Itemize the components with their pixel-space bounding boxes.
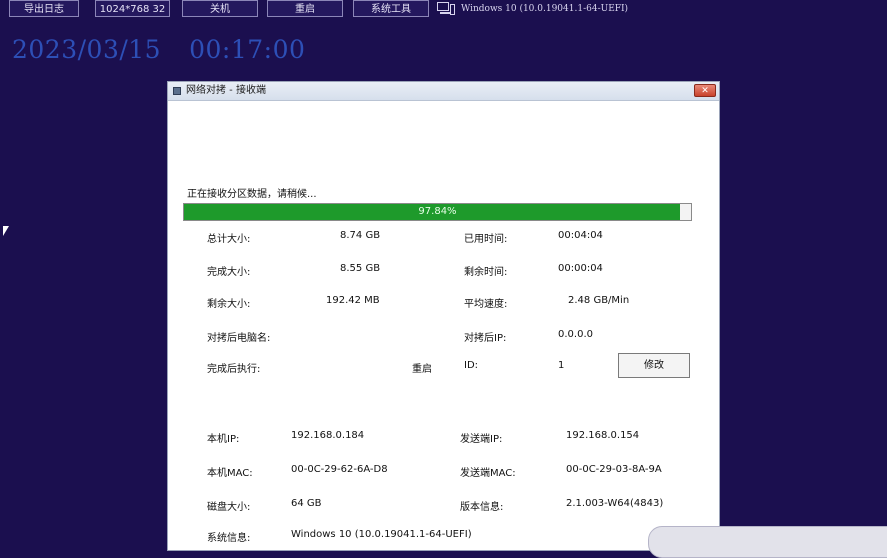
modify-button[interactable]: 修改 bbox=[618, 353, 690, 378]
date-text: 2023/03/15 bbox=[12, 35, 162, 64]
system-tools-button[interactable]: 系统工具 bbox=[353, 0, 429, 17]
system-info-label: 系统信息: bbox=[207, 533, 251, 544]
disk-size-label: 磁盘大小: bbox=[207, 502, 251, 513]
time-text: 00:17:00 bbox=[189, 35, 306, 64]
remaining-time-label: 剩余时间: bbox=[464, 267, 508, 278]
clock: 2023/03/15 00:17:00 bbox=[12, 35, 305, 64]
total-size-value: 8.74 GB bbox=[340, 230, 381, 241]
shutdown-button[interactable]: 关机 bbox=[182, 0, 258, 17]
elapsed-value: 00:04:04 bbox=[558, 230, 603, 241]
status-text: 正在接收分区数据，请稍候... bbox=[187, 189, 317, 200]
avg-speed-label: 平均速度: bbox=[464, 299, 508, 310]
id-value: 1 bbox=[558, 360, 565, 371]
progress-bar: 97.84% bbox=[183, 203, 692, 221]
done-size-value: 8.55 GB bbox=[340, 263, 381, 274]
remaining-size-label: 剩余大小: bbox=[207, 299, 251, 310]
local-ip-value: 192.168.0.184 bbox=[291, 430, 365, 441]
window-icon bbox=[173, 87, 181, 95]
local-mac-value: 00-0C-29-62-6A-D8 bbox=[291, 464, 388, 475]
dialog-titlebar[interactable]: 网络对拷 - 接收端 ✕ bbox=[168, 82, 719, 101]
resolution-button[interactable]: 1024*768 32 bbox=[95, 0, 170, 17]
local-ip-label: 本机IP: bbox=[207, 434, 240, 445]
system-info: Windows 10 (10.0.19041.1-64-UEFI) bbox=[437, 0, 628, 18]
close-icon[interactable]: ✕ bbox=[694, 84, 716, 97]
system-info-value: Windows 10 (10.0.19041.1-64-UEFI) bbox=[291, 529, 472, 540]
bottom-overlay bbox=[648, 526, 887, 558]
avg-speed-value: 2.48 GB/Min bbox=[568, 295, 630, 306]
peer-ip-value: 0.0.0.0 bbox=[558, 329, 593, 340]
sender-mac-value: 00-0C-29-03-8A-9A bbox=[566, 464, 662, 475]
after-action-value: 重启 bbox=[412, 364, 432, 375]
peer-pc-name-label: 对拷后电脑名: bbox=[207, 333, 271, 344]
top-toolbar: 导出日志 1024*768 32 关机 重启 系统工具 Windows 10 (… bbox=[0, 0, 887, 22]
after-action-label: 完成后执行: bbox=[207, 364, 261, 375]
remaining-time-value: 00:00:04 bbox=[558, 263, 603, 274]
peer-ip-label: 对拷后IP: bbox=[464, 333, 507, 344]
mouse-pointer-icon bbox=[3, 226, 9, 236]
done-size-label: 完成大小: bbox=[207, 267, 251, 278]
progress-label: 97.84% bbox=[418, 206, 457, 217]
export-log-button[interactable]: 导出日志 bbox=[9, 0, 79, 17]
elapsed-label: 已用时间: bbox=[464, 234, 508, 245]
restart-button[interactable]: 重启 bbox=[267, 0, 343, 17]
sender-mac-label: 发送端MAC: bbox=[460, 468, 516, 479]
disk-size-value: 64 GB bbox=[291, 498, 322, 509]
version-value: 2.1.003-W64(4843) bbox=[566, 498, 664, 509]
network-copy-dialog: 网络对拷 - 接收端 ✕ 正在接收分区数据，请稍候... 97.84% 总计大小… bbox=[167, 81, 720, 551]
computer-icon bbox=[437, 2, 455, 16]
id-label: ID: bbox=[464, 360, 479, 371]
sender-ip-value: 192.168.0.154 bbox=[566, 430, 640, 441]
dialog-title: 网络对拷 - 接收端 bbox=[186, 85, 266, 96]
remaining-size-value: 192.42 MB bbox=[326, 295, 380, 306]
system-label: Windows 10 (10.0.19041.1-64-UEFI) bbox=[461, 4, 629, 14]
total-size-label: 总计大小: bbox=[207, 234, 251, 245]
local-mac-label: 本机MAC: bbox=[207, 468, 253, 479]
sender-ip-label: 发送端IP: bbox=[460, 434, 503, 445]
version-label: 版本信息: bbox=[460, 502, 504, 513]
